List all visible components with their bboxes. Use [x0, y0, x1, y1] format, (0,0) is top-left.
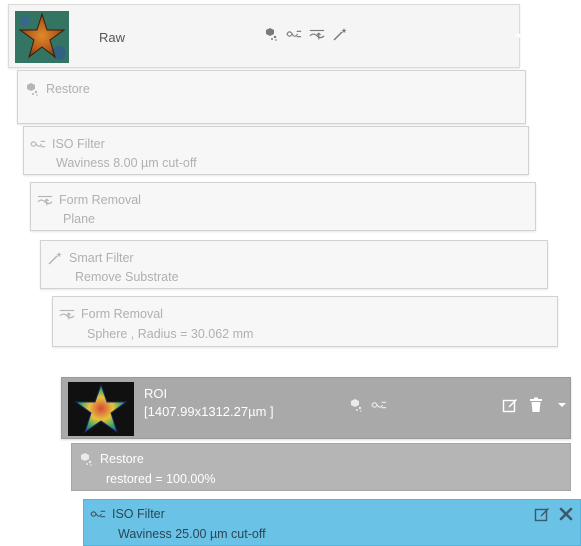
operator-detail: Waviness 8.00 µm cut-off	[56, 156, 197, 170]
operator-name: ISO Filter	[52, 137, 105, 151]
form-removal-icon	[37, 193, 53, 207]
operator-name: Form Removal	[81, 307, 163, 321]
operator-detail: restored = 100.00%	[106, 472, 216, 486]
operator-card-iso-filter[interactable]: ISO Filter Waviness 8.00 µm cut-off	[23, 126, 529, 175]
operator-detail: Sphere , Radius = 30.062 mm	[87, 327, 254, 341]
smart-filter-icon[interactable]	[332, 27, 348, 41]
operator-name: ISO Filter	[112, 507, 165, 521]
operator-detail: Waviness 25.00 µm cut-off	[118, 527, 266, 541]
operator-card-smart-filter[interactable]: Smart Filter Remove Substrate	[40, 240, 548, 289]
operator-detail: Remove Substrate	[75, 270, 179, 284]
operator-card-form-removal[interactable]: Form Removal Plane	[30, 182, 536, 231]
roi-size: [1407.99x1312.27µm ]	[144, 404, 274, 419]
edit-icon[interactable]	[534, 507, 550, 522]
operator-name: Restore	[100, 452, 144, 466]
roi-title: ROI	[144, 386, 168, 401]
roi-studiable-card[interactable]: ROI [1407.99x1312.27µm ]	[61, 377, 571, 439]
iso-filter-icon	[30, 137, 46, 151]
restore-icon	[24, 82, 40, 96]
iso-filter-icon[interactable]	[371, 398, 387, 412]
raw-thumbnail[interactable]	[15, 11, 69, 63]
operator-card-restore[interactable]: Restore	[17, 70, 526, 124]
restore-icon	[78, 452, 94, 466]
operator-card-restore[interactable]: Restore restored = 100.00%	[71, 443, 571, 491]
iso-filter-icon[interactable]	[286, 27, 302, 41]
trash-icon[interactable]	[528, 397, 544, 412]
operator-name: Form Removal	[59, 193, 141, 207]
restore-icon[interactable]	[348, 398, 364, 412]
operator-actions	[534, 507, 574, 522]
form-removal-icon[interactable]	[309, 27, 325, 41]
chevron-down-icon[interactable]	[511, 29, 527, 43]
operator-detail: Plane	[63, 212, 95, 226]
raw-toolbar	[263, 27, 348, 41]
roi-thumbnail[interactable]	[68, 382, 134, 436]
iso-filter-icon	[90, 507, 106, 521]
edit-icon[interactable]	[502, 398, 518, 413]
form-removal-icon	[59, 307, 75, 321]
operator-card-form-removal[interactable]: Form Removal Sphere , Radius = 30.062 mm	[52, 296, 558, 347]
restore-icon[interactable]	[263, 27, 279, 41]
operator-card-iso-filter-selected[interactable]: ISO Filter Waviness 25.00 µm cut-off	[83, 499, 581, 546]
raw-title: Raw	[99, 30, 126, 45]
roi-toolbar	[348, 398, 387, 412]
chevron-down-icon[interactable]	[554, 398, 570, 412]
operator-name: Restore	[46, 82, 90, 96]
smart-filter-icon	[47, 251, 63, 265]
operator-name: Smart Filter	[69, 251, 134, 265]
close-icon[interactable]	[558, 507, 574, 521]
raw-studiable-card[interactable]: Raw	[8, 4, 523, 68]
roi-actions	[502, 397, 570, 413]
